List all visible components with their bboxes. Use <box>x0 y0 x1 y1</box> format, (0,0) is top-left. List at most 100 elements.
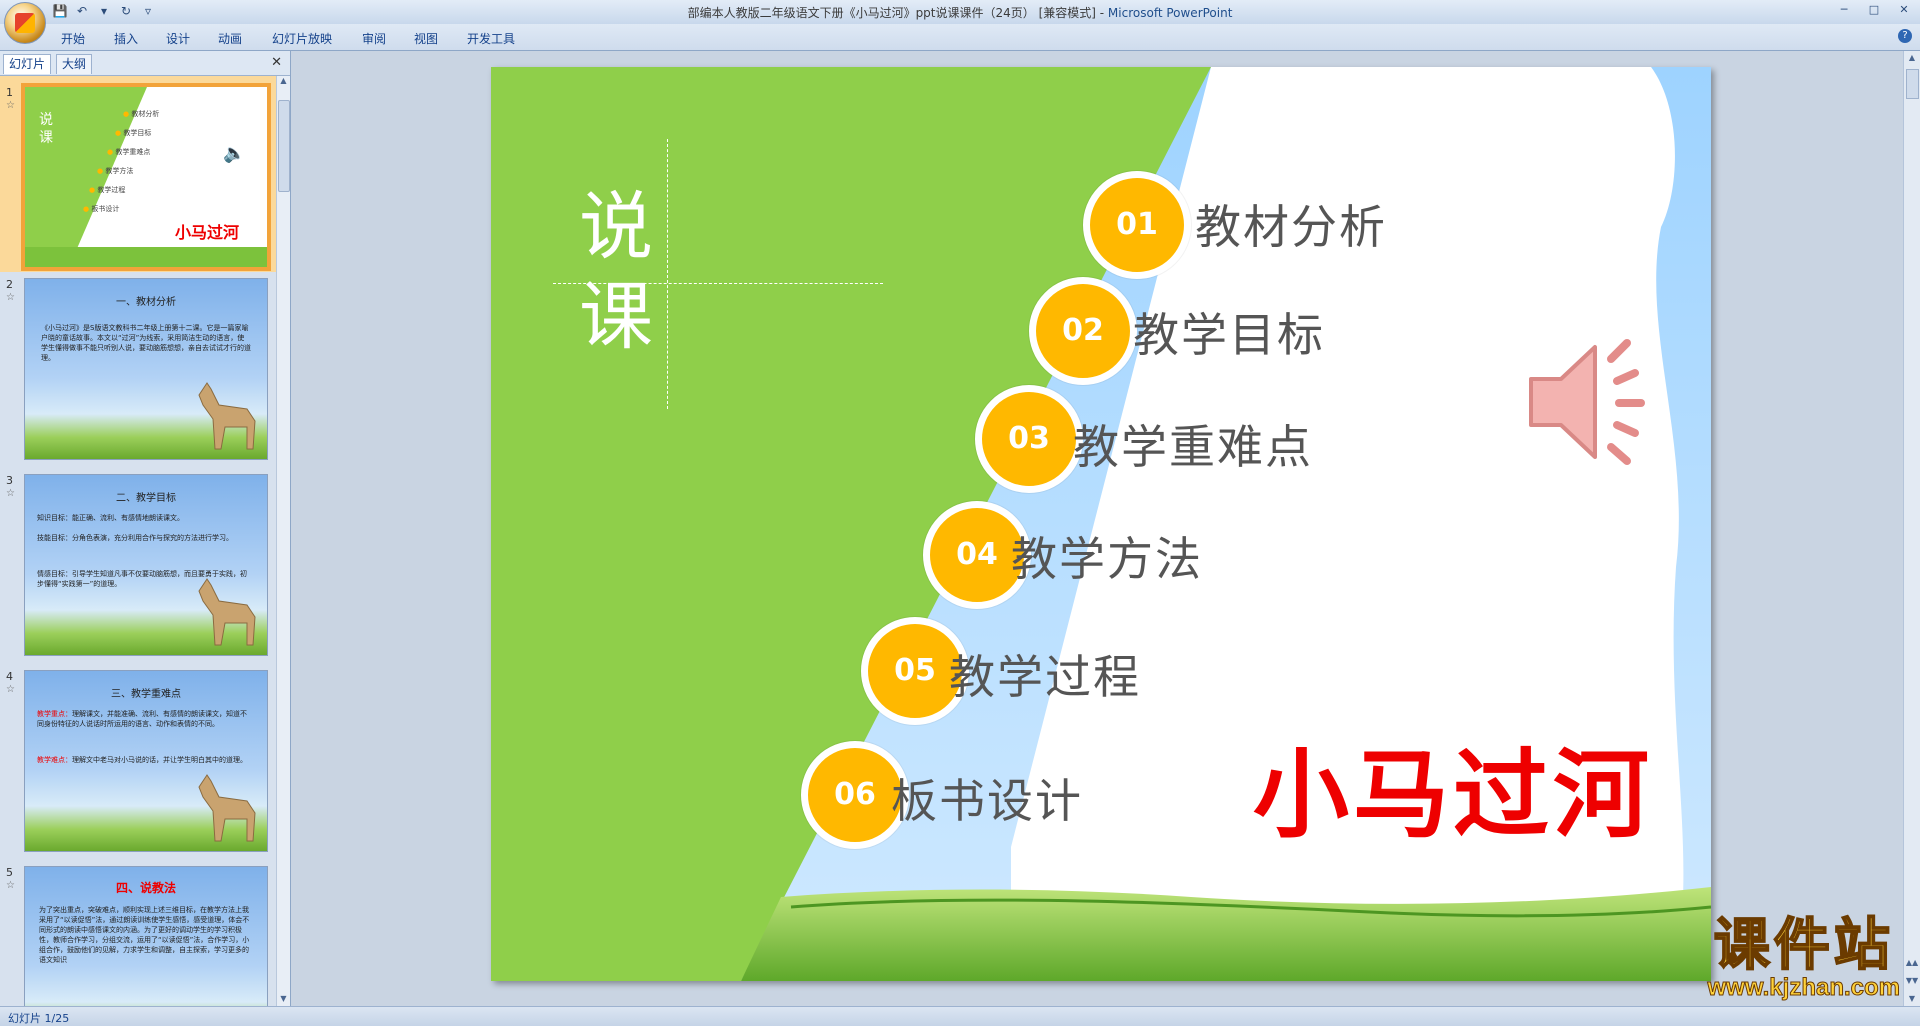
thumb-1-ke: 课 <box>39 130 53 146</box>
thumb-1-item: 板书设计 <box>91 205 120 213</box>
window-controls: ─ □ ✕ <box>1834 2 1914 18</box>
tab-home[interactable]: 开始 <box>61 30 85 47</box>
slide-number: 4 <box>6 670 13 683</box>
scroll-thumb[interactable] <box>1906 69 1919 99</box>
horse-illustration <box>198 382 256 450</box>
hard-text: 理解文中老马对小马说的话，并让学生明白其中的道理。 <box>72 756 247 764</box>
slide-number: 5 <box>6 866 13 879</box>
transition-star-icon: ☆ <box>6 100 15 111</box>
thumb-2-body: 《小马过河》是S版语文教科书二年级上册第十二课。它是一篇家喻户晓的童话故事。本文… <box>41 324 251 362</box>
scroll-up-icon[interactable]: ▲ <box>1904 51 1920 65</box>
thumbnail-scrollbar[interactable]: ▲ ▼ <box>276 76 290 1006</box>
thumb-1-item: 教学方法 <box>105 167 134 175</box>
item-label-05[interactable]: 教学过程 <box>949 641 1141 707</box>
close-icon[interactable]: ✕ <box>1894 2 1914 18</box>
thumb-1-item: 教材分析 <box>131 110 160 118</box>
minimize-icon[interactable]: ─ <box>1834 2 1854 18</box>
item-number-03[interactable]: 03 <box>975 385 1083 493</box>
prev-slide-icon[interactable]: ▲▲ <box>1904 956 1920 970</box>
ribbon-tabs: 开始 插入 设计 动画 幻灯片放映 审阅 视图 开发工具 ? <box>0 24 1920 51</box>
panel-tabs: 幻灯片 大纲 ✕ <box>0 51 290 76</box>
thumb-1-title: 小马过河 <box>175 223 240 242</box>
thumb-3-body1: 知识目标：能正确、流利、有感情地朗读课文。 <box>37 514 184 522</box>
horse-illustration <box>198 578 256 646</box>
horse-illustration <box>198 774 256 842</box>
slide-thumbnail-4[interactable]: 4 ☆ 三、教学重难点 教学重点：理解课文，并能准确、流利、有感情的朗读课文，知… <box>0 668 276 864</box>
current-slide[interactable]: 说 课 01 教材分析 02 教学目标 03 教学重难点 04 教学方法 05 … <box>491 67 1711 981</box>
window-title-app: Microsoft PowerPoint <box>1107 6 1233 20</box>
tab-animations[interactable]: 动画 <box>218 30 242 47</box>
thumb-1-item: 教学过程 <box>97 186 126 194</box>
tab-design[interactable]: 设计 <box>166 30 190 47</box>
slide-thumbnail-image: 一、教材分析 《小马过河》是S版语文教科书二年级上册第十二课。它是一篇家喻户晓的… <box>24 278 268 460</box>
tab-review[interactable]: 审阅 <box>362 30 386 47</box>
status-bar: 幻灯片 1/25 <box>0 1006 1920 1026</box>
item-number-01[interactable]: 01 <box>1083 171 1191 279</box>
thumb-1-shuo: 说 <box>39 112 53 128</box>
transition-star-icon: ☆ <box>6 880 15 891</box>
slide-thumbnail-image: 二、教学目标 知识目标：能正确、流利、有感情地朗读课文。 技能目标：分角色表演，… <box>24 474 268 656</box>
slide-thumbnail-image: 说 课 ● 教材分析 ● 教学目标 ● 教学重难点 ● 教学方法 ● 教学过程 … <box>21 83 271 271</box>
tab-outline[interactable]: 大纲 <box>56 54 93 74</box>
slide-number: 1 <box>6 86 13 99</box>
key-label: 教学重点： <box>37 710 72 718</box>
slide-thumbnail-5[interactable]: 5 ☆ 四、说教法 为了突出重点，突破难点，顺利实现上述三维目标，在教学方法上我… <box>0 864 276 1006</box>
editor-scrollbar[interactable]: ▲ ▲▲ ▼▼ ▼ <box>1903 51 1920 1006</box>
thumb-3-title: 二、教学目标 <box>116 493 176 504</box>
watermark-url: www.kjzhan.com <box>1707 974 1900 1001</box>
slide-thumbnail-3[interactable]: 3 ☆ 二、教学目标 知识目标：能正确、流利、有感情地朗读课文。 技能目标：分角… <box>0 472 276 668</box>
tab-slideshow[interactable]: 幻灯片放映 <box>272 30 332 47</box>
speaker-icon[interactable] <box>1523 337 1663 467</box>
item-label-01[interactable]: 教材分析 <box>1195 191 1387 257</box>
thumb-1-item: 教学目标 <box>123 129 152 137</box>
watermark-brand: 课件站 <box>1713 912 1894 978</box>
tab-slides[interactable]: 幻灯片 <box>3 54 52 74</box>
scroll-up-icon[interactable]: ▲ <box>277 76 290 88</box>
slide-thumbnail-image: 三、教学重难点 教学重点：理解课文，并能准确、流利、有感情的朗读课文，知道不同身… <box>24 670 268 852</box>
scroll-thumb[interactable] <box>278 100 290 192</box>
thumb-2-title: 一、教材分析 <box>116 297 176 308</box>
close-panel-icon[interactable]: ✕ <box>271 55 282 70</box>
thumb-1-speaker-icon: 🔈 <box>223 143 246 164</box>
horizontal-dashed-line <box>553 283 883 284</box>
thumb-5-body: 为了突出重点，突破难点，顺利实现上述三维目标，在教学方法上我采用了“以读促悟”法… <box>39 906 250 964</box>
tab-insert[interactable]: 插入 <box>114 30 138 47</box>
thumb-3-body2: 技能目标：分角色表演，充分利用合作与探究的方法进行学习。 <box>37 534 233 542</box>
office-logo-icon <box>15 13 35 33</box>
slide-thumbnail-2[interactable]: 2 ☆ 一、教材分析 《小马过河》是S版语文教科书二年级上册第十二课。它是一篇家… <box>0 276 276 472</box>
transition-star-icon: ☆ <box>6 684 15 695</box>
item-number-02[interactable]: 02 <box>1029 277 1137 385</box>
item-label-03[interactable]: 教学重难点 <box>1073 411 1313 477</box>
hard-label: 教学难点： <box>37 756 72 764</box>
thumb-4-hard: 教学难点：理解文中老马对小马说的话，并让学生明白其中的道理。 <box>37 755 251 765</box>
thumb-1-list: ● 教材分析 ● 教学目标 ● 教学重难点 ● 教学方法 ● 教学过程 ● 板书… <box>83 110 160 213</box>
item-label-04[interactable]: 教学方法 <box>1011 523 1203 589</box>
vertical-dashed-line <box>667 139 668 409</box>
maximize-icon[interactable]: □ <box>1864 2 1884 18</box>
watermark: 课件站 www.kjzhan.com <box>1707 912 1900 1001</box>
slide-indicator: 幻灯片 1/25 <box>8 1012 70 1025</box>
item-label-06[interactable]: 板书设计 <box>891 765 1083 831</box>
slide-number: 2 <box>6 278 13 291</box>
slide-thumbnail-image: 四、说教法 为了突出重点，突破难点，顺利实现上述三维目标，在教学方法上我采用了“… <box>24 866 268 1006</box>
help-icon[interactable]: ? <box>1898 29 1912 43</box>
scroll-down-icon[interactable]: ▼ <box>277 994 290 1006</box>
slide-thumbnail-1[interactable]: 1 ☆ 说 课 ● 教材分析 ● 教学目标 ● 教学重难点 ● 教学方法 ● 教… <box>0 76 276 272</box>
transition-star-icon: ☆ <box>6 292 15 303</box>
thumb-4-key: 教学重点：理解课文，并能准确、流利、有感情的朗读课文，知道不同身份特征的人说话时… <box>37 709 251 729</box>
thumb-1-item: 教学重难点 <box>115 148 151 156</box>
office-button[interactable] <box>4 2 46 44</box>
slide-thumbnails: 1 ☆ 说 课 ● 教材分析 ● 教学目标 ● 教学重难点 ● 教学方法 ● 教… <box>0 76 276 1006</box>
window-title-doc: 部编本人教版二年级语文下册《小马过河》ppt说课课件（24页） [兼容模式] - <box>687 6 1108 20</box>
slide-number: 3 <box>6 474 13 487</box>
thumb-5-title: 四、说教法 <box>115 881 176 895</box>
thumb-4-title: 三、教学重难点 <box>111 689 181 700</box>
tab-developer[interactable]: 开发工具 <box>467 30 515 47</box>
tab-view[interactable]: 视图 <box>414 30 438 47</box>
slides-panel: 幻灯片 大纲 ✕ 1 ☆ 说 课 ● 教材分析 ● 教学目标 ● 教学重难点 ● <box>0 51 291 1006</box>
slide-title[interactable]: 小马过河 <box>1253 717 1653 856</box>
window-title: 部编本人教版二年级语文下册《小马过河》ppt说课课件（24页） [兼容模式] -… <box>0 4 1920 21</box>
item-label-02[interactable]: 教学目标 <box>1133 299 1325 365</box>
next-slide-icon[interactable]: ▼▼ <box>1904 974 1920 988</box>
scroll-down-icon[interactable]: ▼ <box>1904 992 1920 1006</box>
